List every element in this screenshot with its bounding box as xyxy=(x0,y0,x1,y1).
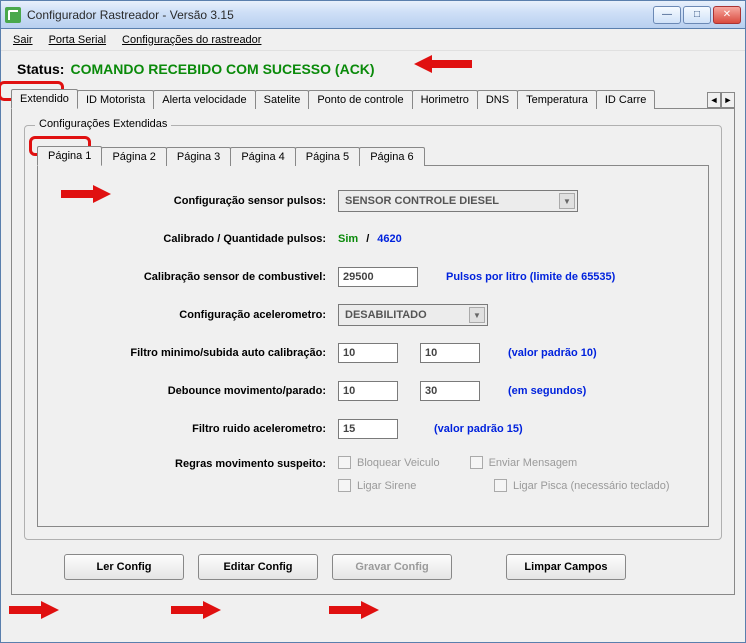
status-line: Status: COMANDO RECEBIDO COM SUCESSO (AC… xyxy=(11,57,735,87)
label-regras: Regras movimento suspeito: xyxy=(68,456,338,470)
tab-satelite[interactable]: Satelite xyxy=(255,90,310,109)
input-filtro-min[interactable] xyxy=(338,343,398,363)
groupbox-legend: Configurações Extendidas xyxy=(35,118,171,130)
combo-acelerometro[interactable]: DESABILITADO ▼ xyxy=(338,304,488,326)
page-tabs: Página 1 Página 2 Página 3 Página 4 Pági… xyxy=(37,144,709,166)
subtab-pagina-3[interactable]: Página 3 xyxy=(166,147,231,166)
app-icon xyxy=(5,7,21,23)
calibrado-sim: Sim xyxy=(338,233,358,245)
btn-ler-config[interactable]: Ler Config xyxy=(64,554,184,580)
chk-bloquear-veiculo[interactable]: Bloquear Veiculo xyxy=(338,456,440,469)
tab-dns[interactable]: DNS xyxy=(477,90,518,109)
combo-sensor-pulsos-value: SENSOR CONTROLE DIESEL xyxy=(345,195,499,207)
input-debounce-parado[interactable] xyxy=(420,381,480,401)
groupbox-extendidas: Configurações Extendidas Página 1 Página… xyxy=(24,125,722,540)
tab-temperatura[interactable]: Temperatura xyxy=(517,90,597,109)
tab-id-carre[interactable]: ID Carre xyxy=(596,90,656,109)
chevron-down-icon: ▼ xyxy=(559,193,575,209)
chk-ligar-sirene[interactable]: Ligar Sirene xyxy=(338,479,464,492)
label-sensor-pulsos: Configuração sensor pulsos: xyxy=(68,195,338,207)
hint-debounce: (em segundos) xyxy=(508,385,586,397)
annotation-arrow-icon xyxy=(329,599,379,621)
window-title: Configurador Rastreador - Versão 3.15 xyxy=(27,8,653,22)
label-calib-combustivel: Calibração sensor de combustivel: xyxy=(68,271,338,283)
input-filtro-subida[interactable] xyxy=(420,343,480,363)
subtab-pagina-4[interactable]: Página 4 xyxy=(230,147,295,166)
annotation-arrow-icon xyxy=(9,599,59,621)
hint-calib-combustivel: Pulsos por litro (limite de 65535) xyxy=(446,271,615,283)
tab-horimetro[interactable]: Horimetro xyxy=(412,90,478,109)
status-value: COMANDO RECEBIDO COM SUCESSO (ACK) xyxy=(70,61,374,77)
subtab-pagina-2[interactable]: Página 2 xyxy=(101,147,166,166)
hint-filtro-calib: (valor padrão 10) xyxy=(508,347,597,359)
subtab-pagina-6[interactable]: Página 6 xyxy=(359,147,424,166)
tab-ponto-controle[interactable]: Ponto de controle xyxy=(308,90,412,109)
tab-id-motorista[interactable]: ID Motorista xyxy=(77,90,154,109)
input-debounce-mov[interactable] xyxy=(338,381,398,401)
label-filtro-calib: Filtro minimo/subida auto calibração: xyxy=(68,347,338,359)
tab-scroll-left[interactable]: ◄ xyxy=(707,92,721,108)
label-calibrado: Calibrado / Quantidade pulsos: xyxy=(68,233,338,245)
subtab-pagina-5[interactable]: Página 5 xyxy=(295,147,360,166)
calibrado-qty: 4620 xyxy=(377,233,401,245)
titlebar: Configurador Rastreador - Versão 3.15 — … xyxy=(1,1,745,29)
menu-porta-serial[interactable]: Porta Serial xyxy=(43,32,112,48)
calibrado-sep: / xyxy=(366,233,369,245)
menu-sair[interactable]: Sair xyxy=(7,32,39,48)
menu-config-rastreador[interactable]: Configurações do rastreador xyxy=(116,32,267,48)
close-button[interactable]: ✕ xyxy=(713,6,741,24)
combo-sensor-pulsos[interactable]: SENSOR CONTROLE DIESEL ▼ xyxy=(338,190,578,212)
hint-filtro-ruido: (valor padrão 15) xyxy=(434,423,523,435)
tab-alerta-velocidade[interactable]: Alerta velocidade xyxy=(153,90,255,109)
main-tabs: Extendido ID Motorista Alerta velocidade… xyxy=(11,87,735,109)
chevron-down-icon: ▼ xyxy=(469,307,485,323)
label-debounce: Debounce movimento/parado: xyxy=(68,385,338,397)
tab-scroll-right[interactable]: ► xyxy=(721,92,735,108)
chk-enviar-mensagem[interactable]: Enviar Mensagem xyxy=(470,456,578,469)
input-filtro-ruido[interactable] xyxy=(338,419,398,439)
tab-extendido[interactable]: Extendido xyxy=(11,89,78,109)
status-label: Status: xyxy=(17,61,64,77)
btn-gravar-config[interactable]: Gravar Config xyxy=(332,554,452,580)
subtab-pagina-1[interactable]: Página 1 xyxy=(37,146,102,166)
annotation-arrow-icon xyxy=(171,599,221,621)
maximize-button[interactable]: □ xyxy=(683,6,711,24)
chk-ligar-pisca[interactable]: Ligar Pisca (necessário teclado) xyxy=(494,479,670,492)
btn-editar-config[interactable]: Editar Config xyxy=(198,554,318,580)
menubar: Sair Porta Serial Configurações do rastr… xyxy=(1,29,745,51)
input-calib-combustivel[interactable] xyxy=(338,267,418,287)
label-filtro-ruido: Filtro ruido acelerometro: xyxy=(68,423,338,435)
btn-limpar-campos[interactable]: Limpar Campos xyxy=(506,554,626,580)
minimize-button[interactable]: — xyxy=(653,6,681,24)
combo-acelerometro-value: DESABILITADO xyxy=(345,309,427,321)
label-acelerometro: Configuração acelerometro: xyxy=(68,309,338,321)
